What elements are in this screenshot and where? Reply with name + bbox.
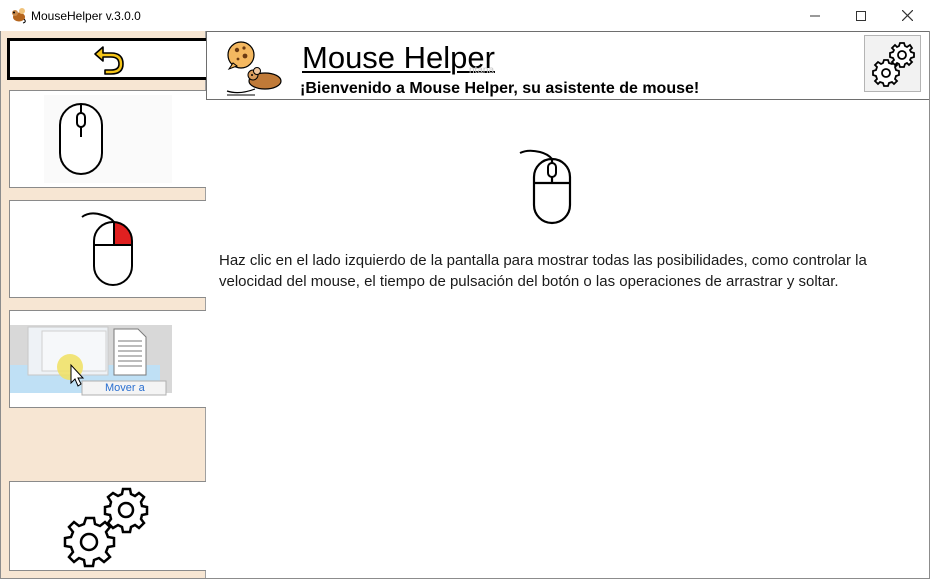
app-mouse-icon xyxy=(12,8,26,24)
main-panel: Mouse Helper ntana ¡Bienvenido a Mouse H… xyxy=(206,31,929,578)
gear-icon xyxy=(871,41,915,87)
sidebar-item-mouse-basic[interactable] xyxy=(9,90,206,188)
mouse-right-button-icon xyxy=(81,212,133,286)
minimize-icon xyxy=(810,15,820,16)
settings-button[interactable] xyxy=(864,35,921,92)
drag-drop-label: Mover a xyxy=(105,382,145,394)
header: Mouse Helper ntana ¡Bienvenido a Mouse H… xyxy=(206,31,929,100)
mouse-icon xyxy=(519,149,572,225)
mouse-icon xyxy=(44,95,172,183)
maximize-icon xyxy=(856,10,866,21)
title-bar: MouseHelper v.3.0.0 xyxy=(0,0,930,31)
sidebar: Mover a xyxy=(1,31,207,578)
window-title: MouseHelper v.3.0.0 xyxy=(31,9,141,23)
undo-arrow-icon xyxy=(93,46,124,75)
mouse-helper-logo xyxy=(226,41,282,96)
page-title: Mouse Helper xyxy=(302,40,495,75)
watermark-text: ntana xyxy=(469,65,495,76)
sidebar-item-settings[interactable] xyxy=(9,481,206,571)
back-button[interactable] xyxy=(7,38,207,80)
sidebar-item-right-click[interactable] xyxy=(9,200,206,298)
gears-icon xyxy=(63,487,149,568)
minimize-button[interactable] xyxy=(792,0,838,31)
close-icon xyxy=(901,10,913,21)
close-button[interactable] xyxy=(884,0,930,31)
help-description: Haz clic en el lado izquierdo de la pant… xyxy=(219,252,867,290)
sidebar-item-drag-and-drop[interactable]: Mover a xyxy=(9,310,206,408)
maximize-button[interactable] xyxy=(838,0,884,31)
welcome-subtitle: ¡Bienvenido a Mouse Helper, su asistente… xyxy=(300,80,700,97)
